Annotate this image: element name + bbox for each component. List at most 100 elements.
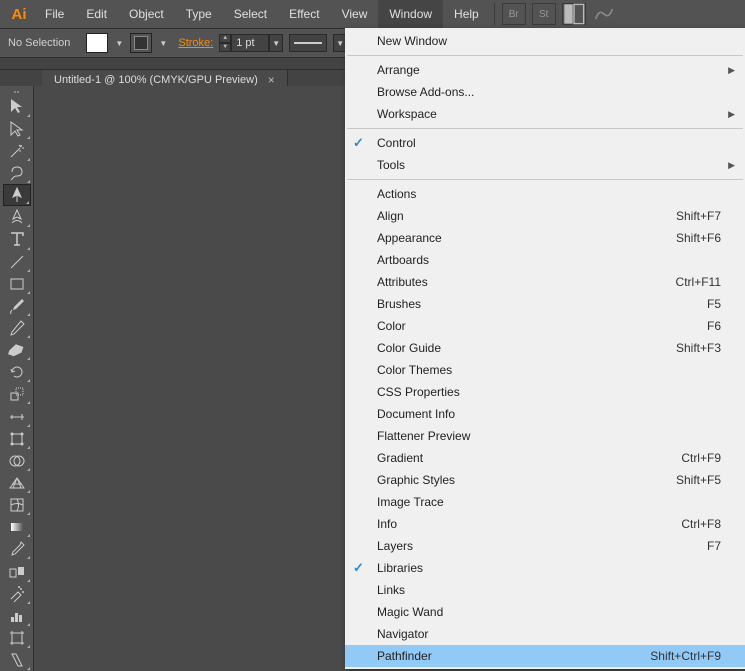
tool-perspective-grid[interactable]	[3, 472, 31, 494]
stroke-swatch[interactable]	[130, 33, 152, 53]
menu-item-align[interactable]: AlignShift+F7	[345, 205, 745, 227]
menu-item-layers[interactable]: LayersF7	[345, 535, 745, 557]
stroke-label[interactable]: Stroke:	[178, 37, 213, 49]
tool-direct-selection[interactable]	[3, 118, 31, 140]
menu-item-shortcut: F7	[707, 539, 721, 553]
document-tab-label: Untitled-1 @ 100% (CMYK/GPU Preview)	[54, 74, 258, 86]
menu-item-info[interactable]: InfoCtrl+F8	[345, 513, 745, 535]
tool-mesh[interactable]	[3, 494, 31, 516]
toolbox-grip[interactable]	[0, 88, 33, 95]
menu-view[interactable]: View	[331, 0, 379, 28]
tool-eyedropper[interactable]	[3, 538, 31, 560]
menu-item-label: Control	[377, 136, 721, 150]
submenu-arrow-icon: ▶	[728, 109, 735, 120]
stroke-profile[interactable]	[289, 34, 327, 52]
gpu-preview-icon[interactable]	[592, 3, 616, 25]
menu-item-gradient[interactable]: GradientCtrl+F9	[345, 447, 745, 469]
menu-item-pathfinder[interactable]: PathfinderShift+Ctrl+F9	[345, 645, 745, 667]
menu-window[interactable]: Window	[378, 0, 443, 28]
menu-select[interactable]: Select	[223, 0, 278, 28]
menu-item-color[interactable]: ColorF6	[345, 315, 745, 337]
menu-item-flattener-preview[interactable]: Flattener Preview	[345, 425, 745, 447]
tool-magic-wand[interactable]	[3, 140, 31, 162]
menu-item-label: Links	[377, 583, 721, 597]
menu-item-tools[interactable]: Tools▶	[345, 154, 745, 176]
menu-item-color-themes[interactable]: Color Themes	[345, 359, 745, 381]
menu-item-links[interactable]: Links	[345, 579, 745, 601]
menu-item-label: Layers	[377, 539, 707, 553]
stroke-weight-stepper[interactable]: ▲ ▼ 1 pt ▼	[219, 34, 283, 52]
menu-item-magic-wand[interactable]: Magic Wand	[345, 601, 745, 623]
menu-item-new-window[interactable]: New Window	[345, 30, 745, 52]
submenu-arrow-icon: ▶	[728, 65, 735, 76]
menu-item-label: Appearance	[377, 231, 676, 245]
menu-item-color-guide[interactable]: Color GuideShift+F3	[345, 337, 745, 359]
menu-item-navigator[interactable]: Navigator	[345, 623, 745, 645]
tool-pen[interactable]	[3, 184, 31, 206]
menu-item-label: Info	[377, 517, 681, 531]
menu-item-document-info[interactable]: Document Info	[345, 403, 745, 425]
menu-item-arrange[interactable]: Arrange▶	[345, 59, 745, 81]
menu-object[interactable]: Object	[118, 0, 175, 28]
menu-item-workspace[interactable]: Workspace ▶	[345, 103, 745, 125]
menu-item-shortcut: Shift+F5	[676, 473, 721, 487]
tool-artboard[interactable]	[3, 627, 31, 649]
menu-item-css-properties[interactable]: CSS Properties	[345, 381, 745, 403]
menu-item-label: CSS Properties	[377, 385, 721, 399]
stepper-up-icon[interactable]: ▲	[219, 34, 231, 43]
menu-item-attributes[interactable]: AttributesCtrl+F11	[345, 271, 745, 293]
tool-slice[interactable]	[3, 649, 31, 671]
tool-symbol-sprayer[interactable]	[3, 583, 31, 605]
menu-item-artboards[interactable]: Artboards	[345, 249, 745, 271]
tool-rotate[interactable]	[3, 361, 31, 383]
tool-pencil[interactable]	[3, 317, 31, 339]
menu-item-label: Color Themes	[377, 363, 721, 377]
tool-blend[interactable]	[3, 560, 31, 582]
stroke-weight-value[interactable]: 1 pt	[231, 34, 269, 52]
bridge-icon[interactable]: Br	[502, 3, 526, 25]
tool-line[interactable]	[3, 251, 31, 273]
menu-item-label: Color Guide	[377, 341, 676, 355]
menu-item-shortcut: Ctrl+F8	[681, 517, 721, 531]
arrange-documents-icon[interactable]	[562, 3, 586, 25]
menu-item-label: Browse Add-ons...	[377, 85, 721, 99]
close-icon[interactable]: ×	[268, 73, 275, 87]
tool-eraser[interactable]	[3, 339, 31, 361]
menu-help[interactable]: Help	[443, 0, 490, 28]
menu-item-actions[interactable]: Actions	[345, 183, 745, 205]
tool-rectangle[interactable]	[3, 273, 31, 295]
tool-shape-builder[interactable]	[3, 450, 31, 472]
menu-item-libraries[interactable]: ✓Libraries	[345, 557, 745, 579]
tool-selection[interactable]	[3, 95, 31, 117]
tool-gradient[interactable]	[3, 516, 31, 538]
menu-edit[interactable]: Edit	[75, 0, 118, 28]
menu-effect[interactable]: Effect	[278, 0, 330, 28]
menu-type[interactable]: Type	[175, 0, 223, 28]
menu-item-graphic-styles[interactable]: Graphic StylesShift+F5	[345, 469, 745, 491]
tool-paintbrush[interactable]	[3, 295, 31, 317]
tool-type[interactable]	[3, 228, 31, 250]
window-menu-dropdown: New Window Arrange▶ Browse Add-ons... Works…	[345, 28, 745, 669]
menu-item-appearance[interactable]: AppearanceShift+F6	[345, 227, 745, 249]
menu-item-label: Tools	[377, 158, 721, 172]
chevron-down-icon[interactable]: ▼	[158, 39, 168, 48]
menu-item-browse-add-ons-[interactable]: Browse Add-ons...	[345, 81, 745, 103]
menu-item-shortcut: F6	[707, 319, 721, 333]
chevron-down-icon[interactable]: ▼	[114, 39, 124, 48]
tool-width[interactable]	[3, 405, 31, 427]
menu-file[interactable]: File	[34, 0, 75, 28]
stock-icon[interactable]: St	[532, 3, 556, 25]
menu-item-label: Workspace	[377, 107, 721, 121]
tool-column-graph[interactable]	[3, 605, 31, 627]
menu-item-image-trace[interactable]: Image Trace	[345, 491, 745, 513]
stepper-down-icon[interactable]: ▼	[219, 43, 231, 52]
menu-item-brushes[interactable]: BrushesF5	[345, 293, 745, 315]
tool-lasso[interactable]	[3, 162, 31, 184]
tool-free-transform[interactable]	[3, 428, 31, 450]
tool-curvature[interactable]	[3, 206, 31, 228]
menu-item-control[interactable]: ✓Control	[345, 132, 745, 154]
fill-swatch[interactable]	[86, 33, 108, 53]
menu-item-shortcut: F5	[707, 297, 721, 311]
tool-scale[interactable]	[3, 383, 31, 405]
chevron-down-icon[interactable]: ▼	[269, 34, 283, 52]
